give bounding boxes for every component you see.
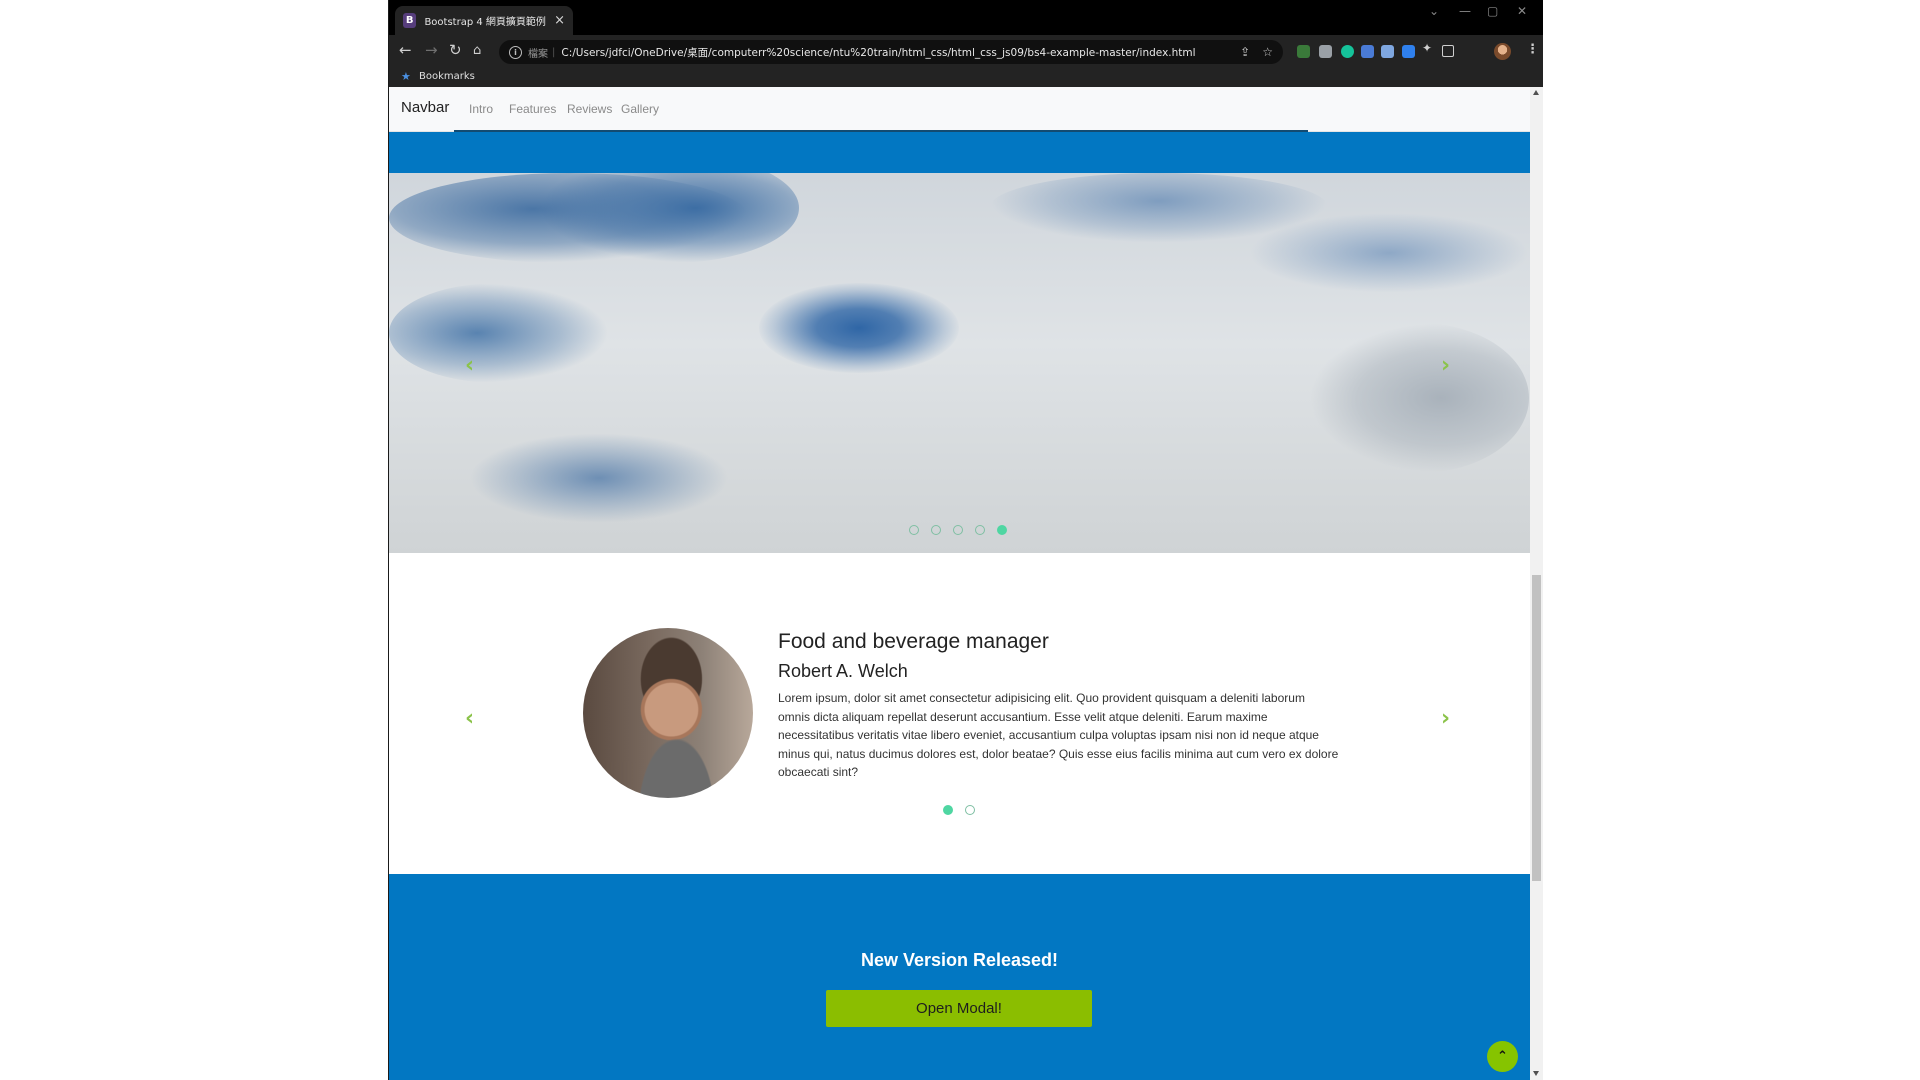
page-scrollbar[interactable] xyxy=(1530,87,1543,1080)
open-modal-button[interactable]: Open Modal! xyxy=(826,990,1092,1027)
extension-5-icon[interactable] xyxy=(1381,45,1394,58)
browser-window: B Bootstrap 4 網頁擴頁範例 - HTM × ⌄ — ▢ ✕ ← →… xyxy=(388,0,1543,1080)
back-icon[interactable]: ← xyxy=(399,41,412,59)
sky-patch xyxy=(759,283,959,373)
close-window-icon[interactable]: ✕ xyxy=(1517,4,1527,18)
translate-icon[interactable] xyxy=(1361,45,1374,58)
browser-toolbar: ← → ↻ ⌂ i 檔案 | C:/Users/jdfci/OneDrive/桌… xyxy=(389,35,1543,68)
bookmark-star-icon: ★ xyxy=(401,70,411,83)
release-section: New Version Released! Open Modal! xyxy=(389,874,1530,1080)
url-text[interactable]: C:/Users/jdfci/OneDrive/桌面/computerr%20s… xyxy=(561,45,1228,60)
bootstrap-favicon-icon: B xyxy=(403,13,417,28)
extension-2-icon[interactable] xyxy=(1319,45,1332,58)
navbar-shadow-line xyxy=(454,130,1308,132)
scrollbar-thumb[interactable] xyxy=(1532,575,1541,881)
browser-tab[interactable]: B Bootstrap 4 網頁擴頁範例 - HTM × xyxy=(395,6,573,35)
url-separator: | xyxy=(552,46,556,58)
testimonial-carousel: Food and beverage manager Robert A. Welc… xyxy=(389,553,1530,874)
hero-indicator-2[interactable] xyxy=(931,525,941,535)
tab-close-icon[interactable]: × xyxy=(554,13,565,28)
sky-patch xyxy=(469,433,729,523)
hero-carousel: ‹ › xyxy=(389,173,1530,553)
nav-link-intro[interactable]: Intro xyxy=(469,102,493,116)
testimonial-prev-arrow[interactable]: ‹ xyxy=(465,706,474,731)
minimize-icon[interactable]: — xyxy=(1459,4,1471,18)
site-navbar: Navbar Intro Features Reviews Gallery xyxy=(389,87,1530,132)
nav-link-gallery[interactable]: Gallery xyxy=(621,102,659,116)
hero-indicator-3[interactable] xyxy=(953,525,963,535)
hero-indicator-5[interactable] xyxy=(997,525,1007,535)
testimonial-quote: Lorem ipsum, dolor sit amet consectetur … xyxy=(778,691,1339,780)
info-icon[interactable]: i xyxy=(509,45,522,59)
right-margin xyxy=(1542,0,1920,1080)
grammarly-icon[interactable] xyxy=(1341,45,1354,58)
reload-icon[interactable]: ↻ xyxy=(449,41,462,59)
profile-avatar[interactable] xyxy=(1494,43,1511,60)
release-title: New Version Released! xyxy=(860,950,1059,970)
hero-prev-arrow[interactable]: ‹ xyxy=(465,353,474,378)
navbar-brand[interactable]: Navbar xyxy=(401,99,449,116)
hero-indicator-4[interactable] xyxy=(975,525,985,535)
chevron-up-icon: ⌃ xyxy=(1497,1049,1508,1064)
hero-next-arrow[interactable]: › xyxy=(1441,353,1450,378)
scroll-down-arrow-icon[interactable] xyxy=(1533,1071,1539,1076)
share-icon[interactable]: ⇪ xyxy=(1240,45,1250,59)
address-bar[interactable]: i 檔案 | C:/Users/jdfci/OneDrive/桌面/comput… xyxy=(499,40,1283,64)
tab-title: Bootstrap 4 網頁擴頁範例 - HTM xyxy=(424,17,548,28)
sky-patch xyxy=(389,283,609,383)
forward-icon[interactable]: → xyxy=(425,41,438,59)
extension-1-icon[interactable] xyxy=(1297,45,1310,58)
bookmarks-bar: ★ Bookmarks xyxy=(389,68,1543,87)
home-icon[interactable]: ⌂ xyxy=(473,43,481,58)
hero-indicators xyxy=(909,525,1007,535)
sky-patch xyxy=(1309,323,1529,473)
sidebar-icon[interactable] xyxy=(1442,45,1454,57)
nav-link-features[interactable]: Features xyxy=(509,102,556,116)
person-portrait xyxy=(583,628,753,798)
download-icon[interactable] xyxy=(1402,45,1415,58)
page-viewport: ‹ › Food and beverage manager Robert A. … xyxy=(389,87,1530,1080)
maximize-icon[interactable]: ▢ xyxy=(1487,4,1498,18)
scroll-up-arrow-icon[interactable] xyxy=(1533,90,1539,95)
extensions-icon[interactable]: ✦ xyxy=(1422,41,1435,55)
left-margin xyxy=(0,0,388,1080)
url-scheme-label: 檔案 xyxy=(528,48,548,60)
bookmarks-folder[interactable]: Bookmarks xyxy=(419,71,475,82)
testimonial-indicators xyxy=(943,805,975,815)
star-icon[interactable]: ☆ xyxy=(1262,45,1273,59)
testimonial-next-arrow[interactable]: › xyxy=(1441,706,1450,731)
tab-search-icon[interactable]: ⌄ xyxy=(1429,4,1439,18)
hero-indicator-1[interactable] xyxy=(909,525,919,535)
nav-link-reviews[interactable]: Reviews xyxy=(567,102,612,116)
testimonial-name: Robert A. Welch xyxy=(778,661,908,681)
back-to-top-button[interactable]: ⌃ xyxy=(1487,1041,1518,1072)
section-blue-band xyxy=(389,131,1530,173)
testimonial-indicator-2[interactable] xyxy=(965,805,975,815)
tab-strip: B Bootstrap 4 網頁擴頁範例 - HTM × ⌄ — ▢ ✕ xyxy=(389,0,1543,35)
testimonial-role: Food and beverage manager xyxy=(778,630,1049,653)
testimonial-indicator-1[interactable] xyxy=(943,805,953,815)
menu-icon[interactable]: ⋮ xyxy=(1526,42,1539,57)
sky-patch xyxy=(1249,213,1529,293)
